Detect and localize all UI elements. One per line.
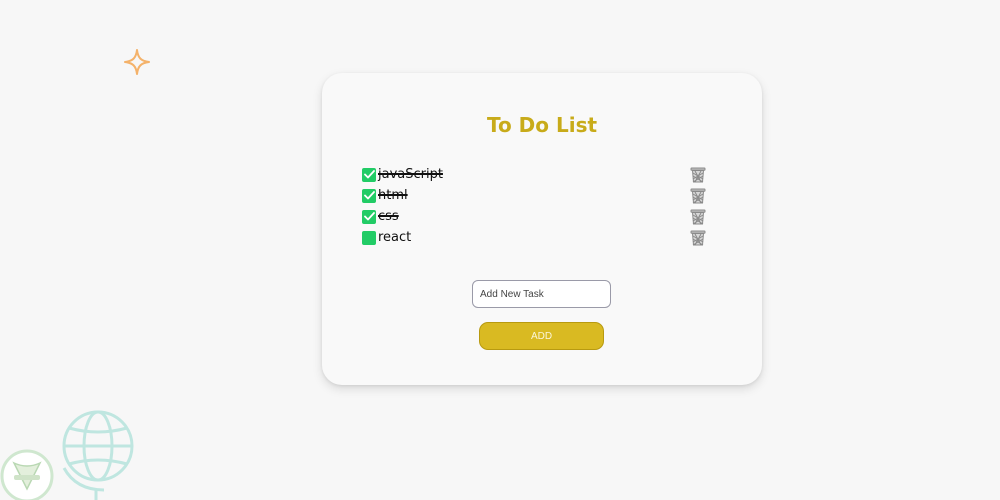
trash-icon[interactable]: [690, 208, 706, 225]
task-label[interactable]: html: [378, 185, 408, 206]
checkbox-icon[interactable]: [362, 167, 376, 182]
task-item: react: [362, 227, 706, 248]
task-item: css: [362, 206, 706, 227]
add-button[interactable]: ADD: [479, 322, 604, 350]
task-label[interactable]: react: [378, 227, 411, 248]
task-label[interactable]: css: [378, 206, 399, 227]
task-label[interactable]: javaScript: [378, 164, 443, 185]
task-item: javaScript: [362, 164, 706, 185]
new-task-input[interactable]: [472, 280, 611, 308]
trash-icon[interactable]: [690, 229, 706, 246]
trash-icon[interactable]: [690, 166, 706, 183]
checkbox-icon[interactable]: [362, 230, 376, 245]
sparkle-icon: [124, 49, 150, 75]
globe-icon: [62, 410, 134, 500]
badge-icon: [0, 449, 54, 500]
page: To Do List javaScript html css react Add…: [0, 0, 1000, 500]
checkbox-icon[interactable]: [362, 209, 376, 224]
trash-icon[interactable]: [690, 187, 706, 204]
checkbox-icon[interactable]: [362, 188, 376, 203]
task-list: javaScript html css react: [362, 164, 706, 248]
todo-card: To Do List javaScript html css react Add…: [322, 73, 762, 385]
page-title: To Do List: [486, 113, 598, 137]
task-item: html: [362, 185, 706, 206]
